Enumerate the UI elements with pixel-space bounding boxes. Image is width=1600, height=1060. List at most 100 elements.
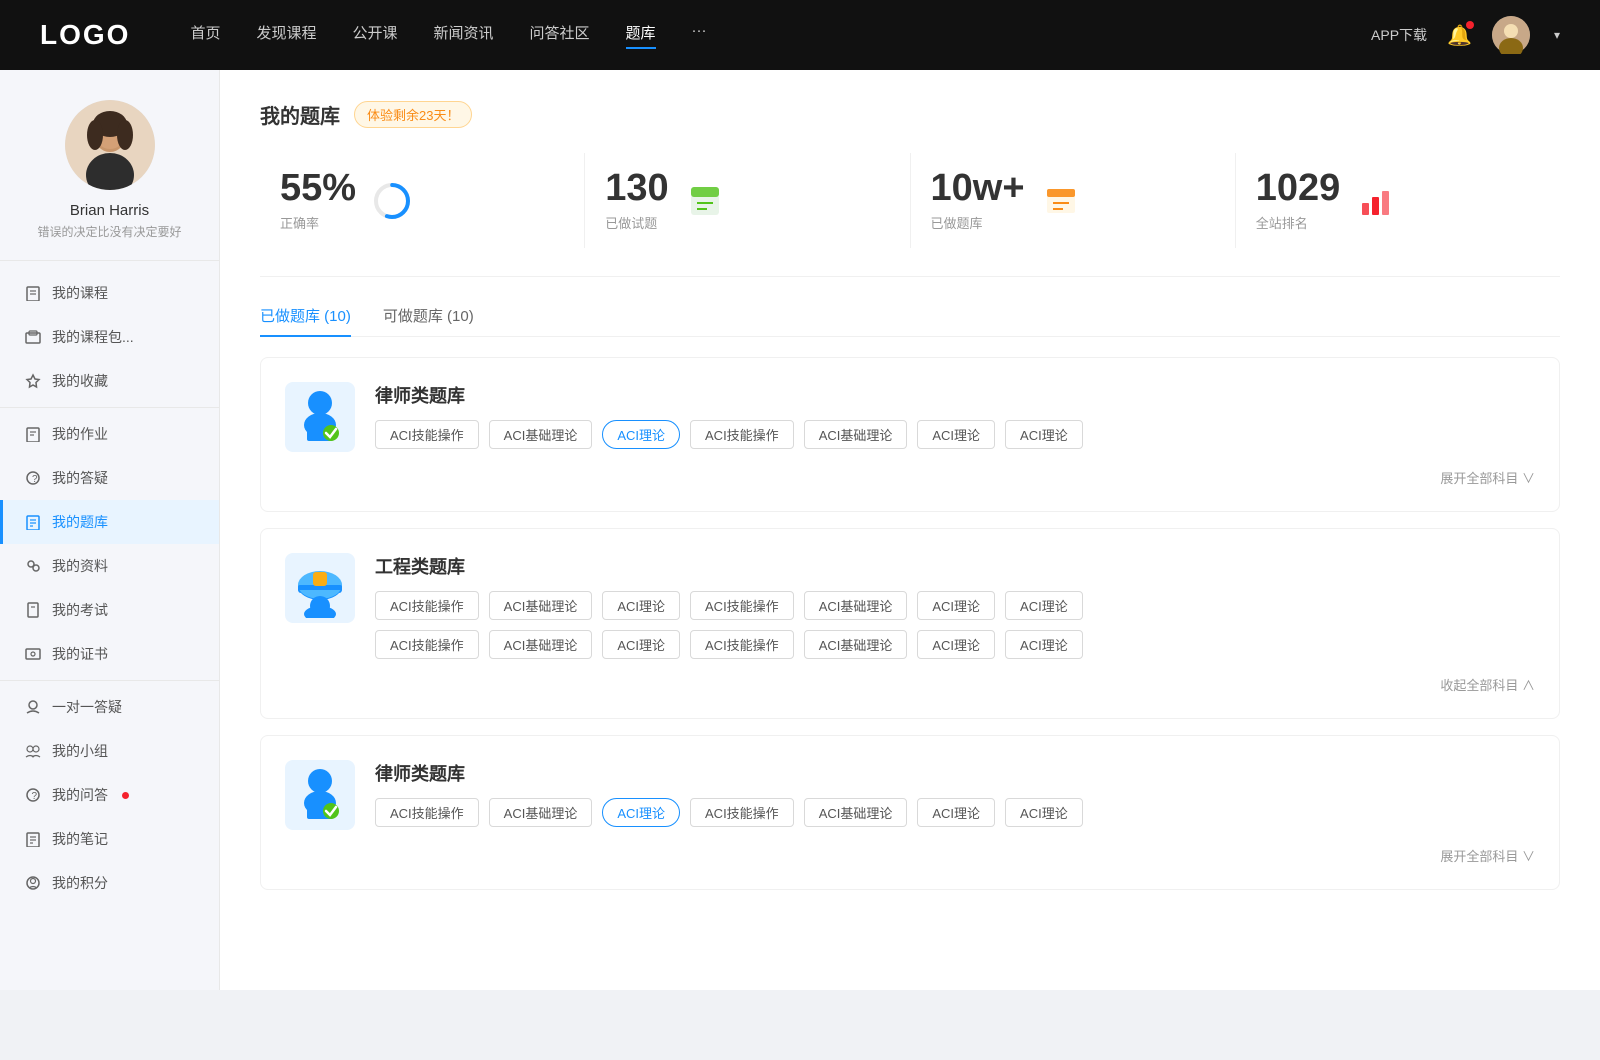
quiz-icon	[24, 513, 42, 531]
certificate-label: 我的证书	[52, 644, 108, 664]
quiz-card-lawyer2-body: 律师类题库 ACI技能操作 ACI基础理论 ACI理论 ACI技能操作 ACI基…	[375, 760, 1535, 827]
sidebar-item-notes[interactable]: 我的笔记	[0, 817, 219, 861]
nav-more[interactable]: ···	[692, 22, 707, 49]
questions-done-icon	[685, 181, 725, 221]
sidebar-item-one-on-one[interactable]: 一对一答疑	[0, 685, 219, 729]
homework-label: 我的作业	[52, 424, 108, 444]
tab-done[interactable]: 已做题库 (10)	[260, 305, 351, 336]
stat-banks-label: 已做题库	[931, 213, 1025, 232]
sidebar: Brian Harris 错误的决定比没有决定要好 我的课程 我的课程包...	[0, 70, 220, 990]
sidebar-item-favorites[interactable]: 我的收藏	[0, 359, 219, 403]
lawyer2-tag-2[interactable]: ACI理论	[602, 798, 680, 827]
lawyer2-tag-1[interactable]: ACI基础理论	[489, 798, 593, 827]
course-package-icon	[24, 328, 42, 346]
nav-qa[interactable]: 问答社区	[530, 22, 590, 49]
lawyer2-tag-3[interactable]: ACI技能操作	[690, 798, 794, 827]
sidebar-divider-1	[0, 407, 219, 408]
favorites-icon	[24, 372, 42, 390]
sidebar-item-quiz[interactable]: 我的题库	[0, 500, 219, 544]
lawyer2-tag-5[interactable]: ACI理论	[917, 798, 995, 827]
eng1-tag-3[interactable]: ACI技能操作	[690, 591, 794, 620]
eng1-tag-5[interactable]: ACI理论	[917, 591, 995, 620]
sidebar-item-certificate[interactable]: 我的证书	[0, 632, 219, 676]
lawyer1-tag-3[interactable]: ACI技能操作	[690, 420, 794, 449]
quiz-card-lawyer2: 律师类题库 ACI技能操作 ACI基础理论 ACI理论 ACI技能操作 ACI基…	[260, 735, 1560, 890]
nav-news[interactable]: 新闻资讯	[434, 22, 494, 49]
quiz-card-lawyer2-title: 律师类题库	[375, 760, 1535, 786]
stat-banks-value: 10w+	[931, 169, 1025, 207]
quiz-card-lawyer2-header: 律师类题库 ACI技能操作 ACI基础理论 ACI理论 ACI技能操作 ACI基…	[285, 760, 1535, 830]
page-header: 我的题库 体验剩余23天！	[260, 100, 1560, 129]
quiz-card-lawyer1-body: 律师类题库 ACI技能操作 ACI基础理论 ACI理论 ACI技能操作 ACI基…	[375, 382, 1535, 449]
eng1-tag-8[interactable]: ACI基础理论	[489, 630, 593, 659]
notification-bell[interactable]: 🔔	[1447, 23, 1472, 48]
questions-dot	[122, 792, 129, 799]
lawyer2-tag-0[interactable]: ACI技能操作	[375, 798, 479, 827]
sidebar-item-course-package[interactable]: 我的课程包...	[0, 315, 219, 359]
stat-ranking-values: 1029 全站排名	[1256, 169, 1341, 232]
trial-badge: 体验剩余23天！	[354, 101, 472, 128]
sidebar-menu: 我的课程 我的课程包... 我的收藏 我的作业	[0, 261, 219, 915]
stats-row: 55% 正确率 130 已做试题	[260, 153, 1560, 277]
sidebar-profile: Brian Harris 错误的决定比没有决定要好	[0, 100, 219, 261]
lawyer1-tag-0[interactable]: ACI技能操作	[375, 420, 479, 449]
eng1-tag-10[interactable]: ACI技能操作	[690, 630, 794, 659]
qa-label: 我的答疑	[52, 468, 108, 488]
eng1-tag-1[interactable]: ACI基础理论	[489, 591, 593, 620]
app-download-link[interactable]: APP下载	[1371, 25, 1427, 45]
notes-label: 我的笔记	[52, 829, 108, 849]
sidebar-item-data[interactable]: 我的资料	[0, 544, 219, 588]
lawyer1-tag-2[interactable]: ACI理论	[602, 420, 680, 449]
sidebar-motto: 错误的决定比没有决定要好	[37, 223, 181, 240]
engineering1-expand-btn[interactable]: 收起全部科目 ∧	[1440, 675, 1535, 694]
stat-banks-values: 10w+ 已做题库	[931, 169, 1025, 232]
lawyer2-tag-6[interactable]: ACI理论	[1005, 798, 1083, 827]
eng1-tag-7[interactable]: ACI技能操作	[375, 630, 479, 659]
lawyer1-tag-6[interactable]: ACI理论	[1005, 420, 1083, 449]
lawyer2-expand-btn[interactable]: 展开全部科目 ∨	[1440, 846, 1535, 865]
ranking-icon	[1356, 181, 1396, 221]
sidebar-item-homework[interactable]: 我的作业	[0, 412, 219, 456]
eng1-tag-6[interactable]: ACI理论	[1005, 591, 1083, 620]
nav-links: 首页 发现课程 公开课 新闻资讯 问答社区 题库 ···	[190, 22, 1371, 49]
eng1-tag-13[interactable]: ACI理论	[1005, 630, 1083, 659]
qa-icon: ?	[24, 469, 42, 487]
svg-text:?: ?	[32, 791, 38, 802]
lawyer1-tag-5[interactable]: ACI理论	[917, 420, 995, 449]
avatar[interactable]	[1492, 16, 1530, 54]
quiz-card-engineering1-footer: 收起全部科目 ∧	[285, 675, 1535, 694]
points-icon	[24, 874, 42, 892]
sidebar-item-questions[interactable]: ? 我的问答	[0, 773, 219, 817]
sidebar-item-courses[interactable]: 我的课程	[0, 271, 219, 315]
sidebar-item-points[interactable]: 我的积分	[0, 861, 219, 905]
eng1-tag-4[interactable]: ACI基础理论	[804, 591, 908, 620]
sidebar-avatar[interactable]	[65, 100, 155, 190]
sidebar-item-exam[interactable]: 我的考试	[0, 588, 219, 632]
data-icon	[24, 557, 42, 575]
lawyer2-tag-4[interactable]: ACI基础理论	[804, 798, 908, 827]
eng1-tag-11[interactable]: ACI基础理论	[804, 630, 908, 659]
eng1-tag-9[interactable]: ACI理论	[602, 630, 680, 659]
engineering1-icon	[285, 553, 355, 623]
lawyer1-expand-btn[interactable]: 展开全部科目 ∨	[1440, 468, 1535, 487]
stat-accuracy: 55% 正确率	[260, 153, 585, 248]
eng1-tag-2[interactable]: ACI理论	[602, 591, 680, 620]
tab-available[interactable]: 可做题库 (10)	[383, 305, 474, 336]
nav-quiz[interactable]: 题库	[626, 22, 656, 49]
logo[interactable]: LOGO	[40, 19, 130, 51]
eng1-tag-12[interactable]: ACI理论	[917, 630, 995, 659]
avatar-dropdown-arrow[interactable]: ▾	[1554, 28, 1560, 42]
quiz-card-engineering1: 工程类题库 ACI技能操作 ACI基础理论 ACI理论 ACI技能操作 ACI基…	[260, 528, 1560, 719]
eng1-tag-0[interactable]: ACI技能操作	[375, 591, 479, 620]
lawyer1-tag-4[interactable]: ACI基础理论	[804, 420, 908, 449]
profile-image	[65, 100, 155, 190]
quiz-card-engineering1-header: 工程类题库 ACI技能操作 ACI基础理论 ACI理论 ACI技能操作 ACI基…	[285, 553, 1535, 659]
nav-open-course[interactable]: 公开课	[352, 22, 397, 49]
quiz-card-engineering1-title: 工程类题库	[375, 553, 1535, 579]
nav-discover[interactable]: 发现课程	[256, 22, 316, 49]
nav-home[interactable]: 首页	[190, 22, 220, 49]
sidebar-item-group[interactable]: 我的小组	[0, 729, 219, 773]
lawyer1-tag-1[interactable]: ACI基础理论	[489, 420, 593, 449]
stat-questions-value: 130	[605, 169, 668, 207]
sidebar-item-qa[interactable]: ? 我的答疑	[0, 456, 219, 500]
